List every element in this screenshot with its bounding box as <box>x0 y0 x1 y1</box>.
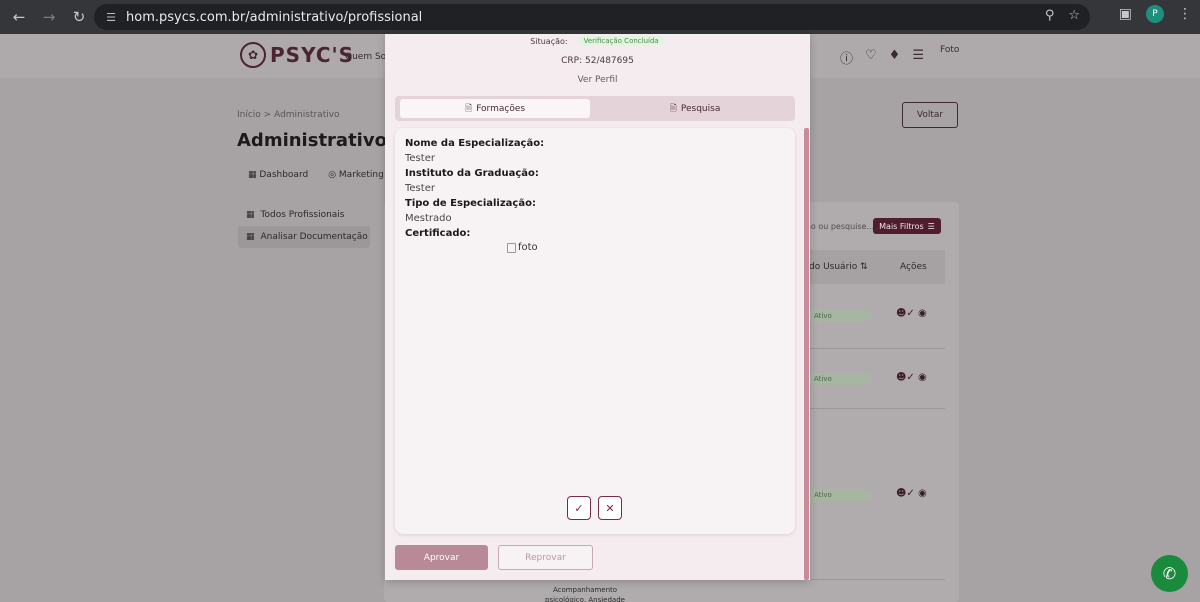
column-header-acoes: Ações <box>900 262 927 272</box>
table-header: do Usuário ⇅ Ações <box>805 250 945 284</box>
bookmark-star-icon[interactable]: ☆ <box>1068 8 1080 23</box>
table-row-divider <box>805 579 945 580</box>
certificado-image-alt: foto <box>518 242 538 253</box>
extensions-icon[interactable]: ▣ <box>1119 6 1132 22</box>
broken-image-icon <box>507 242 516 253</box>
close-icon: ✕ <box>605 501 615 515</box>
sidebar-item-label: Todos Profissionais <box>260 210 345 220</box>
voltar-button[interactable]: Voltar <box>902 102 958 128</box>
cart-icon[interactable]: ☰ <box>912 48 924 67</box>
filter-icon: ☰ <box>927 221 935 231</box>
sidebar-item-todos-profissionais[interactable]: ▦ Todos Profissionais <box>238 204 370 226</box>
site-info-icon[interactable]: ☰ <box>102 8 120 26</box>
brain-logo-icon: ✿ <box>240 42 266 68</box>
table-row-divider <box>805 408 945 409</box>
tab-formacoes[interactable]: 🗎 Formações <box>400 99 590 118</box>
reprovar-button[interactable]: Reprovar <box>498 545 593 570</box>
reject-button[interactable]: ✕ <box>598 496 622 520</box>
zoom-icon[interactable]: ⚲ <box>1045 8 1055 23</box>
status-badge: Ativo <box>808 489 872 501</box>
tab-pesquisa-label: Pesquisa <box>680 103 721 114</box>
logo-text: PSYC'S <box>270 43 355 67</box>
status-badge: Verificação Concluída <box>577 36 665 46</box>
especializacao-label: Nome da Especialização: <box>405 138 545 149</box>
help-icon[interactable]: ⓘ <box>840 48 853 67</box>
document-icon: 🗎 <box>464 103 473 114</box>
mais-filtros-label: Mais Filtros <box>879 221 924 231</box>
tab-pesquisa[interactable]: 🗎 Pesquisa <box>600 99 790 118</box>
situacao-label: Situação: <box>530 36 568 46</box>
whatsapp-icon[interactable]: ✆ <box>1151 555 1188 592</box>
heart-icon[interactable]: ♡ <box>865 48 877 67</box>
table-row-divider <box>805 348 945 349</box>
scrollbar[interactable] <box>804 128 809 580</box>
certificado-image[interactable]: foto <box>507 242 538 253</box>
tab-marketing-label: Marketing <box>338 170 384 180</box>
instituto-value: Tester <box>405 183 435 194</box>
approve-user-icon[interactable]: ☻✓ <box>896 488 915 499</box>
tab-formacoes-label: Formações <box>476 103 526 114</box>
tipo-value: Mestrado <box>405 213 452 224</box>
tab-dashboard[interactable]: ▦ Dashboard <box>248 170 308 180</box>
status-badge: Ativo <box>808 310 872 322</box>
search-input[interactable]: ão ou pesquise... <box>806 222 874 231</box>
situacao-row: Situação: Verificação Concluída <box>385 36 810 46</box>
tipo-label: Tipo de Especialização: <box>405 198 536 209</box>
document-search-icon: 🗎 <box>669 103 677 114</box>
avatar[interactable]: Foto <box>940 46 962 55</box>
page-title: Administrativo <box>237 130 387 151</box>
back-arrow-icon[interactable]: ← <box>6 4 32 30</box>
mais-filtros-button[interactable]: Mais Filtros ☰ <box>873 218 941 234</box>
eye-icon[interactable]: ◉ <box>918 488 927 499</box>
column-header-status-label: do Usuário <box>809 262 858 272</box>
column-header-status[interactable]: do Usuário ⇅ <box>809 262 868 272</box>
tab-marketing[interactable]: ◎ Marketing <box>328 170 384 180</box>
sidebar: ▦ Todos Profissionais ▦ Analisar Documen… <box>238 204 370 248</box>
sidebar-item-analisar-documentacao[interactable]: ▦ Analisar Documentação <box>238 226 370 248</box>
approve-user-icon[interactable]: ☻✓ <box>896 308 915 319</box>
sidebar-item-label: Analisar Documentação <box>260 232 368 242</box>
bell-icon[interactable]: ♦ <box>889 48 901 67</box>
aprovar-button[interactable]: Aprovar <box>395 545 488 570</box>
approve-user-icon[interactable]: ☻✓ <box>896 372 915 383</box>
check-icon: ✓ <box>574 501 584 515</box>
nav-quem-somos[interactable]: Quem So <box>345 52 386 62</box>
breadcrumb: Início > Administrativo <box>237 110 340 120</box>
tab-dashboard-label: Dashboard <box>259 170 309 180</box>
site-logo[interactable]: ✿ PSYC'S <box>240 42 354 68</box>
certificado-label: Certificado: <box>405 228 471 239</box>
url-text[interactable]: hom.psycs.com.br/administrativo/profissi… <box>126 10 422 25</box>
formacao-card: Nome da Especialização: Tester Instituto… <box>395 128 795 534</box>
specialties-text: Acompanhamento psicológico, Ansiedade <box>545 586 625 602</box>
instituto-label: Instituto da Graduação: <box>405 168 539 179</box>
confirm-button[interactable]: ✓ <box>567 496 591 520</box>
documentation-modal: Situação: Verificação Concluída CRP: 52/… <box>385 34 810 580</box>
sort-icon: ⇅ <box>860 262 868 272</box>
browser-toolbar: ← → ↻ ☰ hom.psycs.com.br/administrativo/… <box>0 0 1200 34</box>
eye-icon[interactable]: ◉ <box>918 372 927 383</box>
profile-avatar[interactable]: P <box>1146 5 1164 23</box>
modal-tabs: 🗎 Formações 🗎 Pesquisa <box>395 96 795 121</box>
forward-arrow-icon[interactable]: → <box>36 4 62 30</box>
status-badge: Ativo <box>808 373 872 385</box>
reload-icon[interactable]: ↻ <box>66 4 92 30</box>
especializacao-value: Tester <box>405 153 435 164</box>
address-bar[interactable]: ☰ hom.psycs.com.br/administrativo/profis… <box>94 4 1090 30</box>
eye-icon[interactable]: ◉ <box>918 308 927 319</box>
browser-menu-icon[interactable]: ⋮ <box>1178 6 1192 22</box>
crp-number: CRP: 52/487695 <box>561 56 634 66</box>
ver-perfil-link[interactable]: Ver Perfil <box>385 75 810 85</box>
